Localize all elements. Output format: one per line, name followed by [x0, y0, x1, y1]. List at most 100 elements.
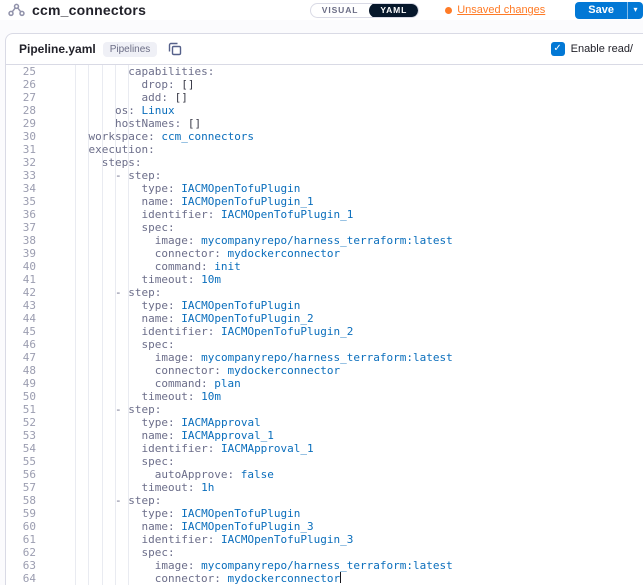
- line-number[interactable]: 27: [6, 91, 52, 104]
- code-line[interactable]: 44name: IACMOpenTofuPlugin_2: [6, 312, 643, 325]
- line-number[interactable]: 38: [6, 234, 52, 247]
- line-number[interactable]: 34: [6, 182, 52, 195]
- code-line[interactable]: 57timeout: 1h: [6, 481, 643, 494]
- entity-type-badge: Pipelines: [103, 42, 158, 57]
- line-number[interactable]: 28: [6, 104, 52, 117]
- line-number[interactable]: 53: [6, 429, 52, 442]
- code-line[interactable]: 36identifier: IACMOpenTofuPlugin_1: [6, 208, 643, 221]
- code-line[interactable]: 37spec:: [6, 221, 643, 234]
- line-number[interactable]: 59: [6, 507, 52, 520]
- code-line[interactable]: 41timeout: 10m: [6, 273, 643, 286]
- line-number[interactable]: 25: [6, 65, 52, 78]
- code-line[interactable]: 49command: plan: [6, 377, 643, 390]
- code-line[interactable]: 40command: init: [6, 260, 643, 273]
- line-number[interactable]: 39: [6, 247, 52, 260]
- line-number[interactable]: 49: [6, 377, 52, 390]
- line-number[interactable]: 60: [6, 520, 52, 533]
- code-text: spec:: [52, 455, 175, 468]
- code-line[interactable]: 31execution:: [6, 143, 643, 156]
- code-line[interactable]: 51- step:: [6, 403, 643, 416]
- code-line[interactable]: 35name: IACMOpenTofuPlugin_1: [6, 195, 643, 208]
- line-number[interactable]: 31: [6, 143, 52, 156]
- visual-toggle-button[interactable]: VISUAL: [311, 3, 370, 18]
- code-text: drop: []: [52, 78, 194, 91]
- save-options-button[interactable]: ▾: [627, 2, 643, 19]
- line-number[interactable]: 45: [6, 325, 52, 338]
- header-actions: Unsaved changes Save ▾: [445, 2, 643, 19]
- code-line[interactable]: 52type: IACMApproval: [6, 416, 643, 429]
- code-line[interactable]: 26drop: []: [6, 78, 643, 91]
- line-number[interactable]: 46: [6, 338, 52, 351]
- code-line[interactable]: 55spec:: [6, 455, 643, 468]
- line-number[interactable]: 52: [6, 416, 52, 429]
- line-number[interactable]: 64: [6, 572, 52, 585]
- code-line[interactable]: 62spec:: [6, 546, 643, 559]
- code-line[interactable]: 56autoApprove: false: [6, 468, 643, 481]
- code-line[interactable]: 58- step:: [6, 494, 643, 507]
- code-line[interactable]: 39connector: mydockerconnector: [6, 247, 643, 260]
- code-line[interactable]: 60name: IACMOpenTofuPlugin_3: [6, 520, 643, 533]
- line-number[interactable]: 33: [6, 169, 52, 182]
- line-number[interactable]: 43: [6, 299, 52, 312]
- line-number[interactable]: 63: [6, 559, 52, 572]
- code-line[interactable]: 32steps:: [6, 156, 643, 169]
- code-line[interactable]: 53name: IACMApproval_1: [6, 429, 643, 442]
- code-line[interactable]: 38image: mycompanyrepo/harness_terraform…: [6, 234, 643, 247]
- enable-read-checkbox[interactable]: ✓: [551, 42, 565, 56]
- code-text: image: mycompanyrepo/harness_terraform:l…: [52, 351, 453, 364]
- code-line[interactable]: 29hostNames: []: [6, 117, 643, 130]
- line-number[interactable]: 32: [6, 156, 52, 169]
- code-line[interactable]: 42- step:: [6, 286, 643, 299]
- code-line[interactable]: 33- step:: [6, 169, 643, 182]
- unsaved-changes-link[interactable]: Unsaved changes: [445, 4, 545, 16]
- yaml-toggle-button[interactable]: YAML: [369, 3, 418, 18]
- code-line[interactable]: 25capabilities:: [6, 65, 643, 78]
- copy-yaml-button[interactable]: [168, 42, 182, 56]
- code-line[interactable]: 47image: mycompanyrepo/harness_terraform…: [6, 351, 643, 364]
- line-number[interactable]: 58: [6, 494, 52, 507]
- line-number[interactable]: 54: [6, 442, 52, 455]
- code-text: spec:: [52, 338, 175, 351]
- code-line[interactable]: 46spec:: [6, 338, 643, 351]
- code-line[interactable]: 30workspace: ccm_connectors: [6, 130, 643, 143]
- line-number[interactable]: 61: [6, 533, 52, 546]
- line-number[interactable]: 44: [6, 312, 52, 325]
- code-line[interactable]: 48connector: mydockerconnector: [6, 364, 643, 377]
- code-text: name: IACMApproval_1: [52, 429, 274, 442]
- code-line[interactable]: 63image: mycompanyrepo/harness_terraform…: [6, 559, 643, 572]
- save-button[interactable]: Save: [575, 2, 627, 19]
- line-number[interactable]: 41: [6, 273, 52, 286]
- code-text: workspace: ccm_connectors: [52, 130, 254, 143]
- line-number[interactable]: 37: [6, 221, 52, 234]
- code-text: timeout: 10m: [52, 273, 221, 286]
- code-line[interactable]: 28os: Linux: [6, 104, 643, 117]
- line-number[interactable]: 40: [6, 260, 52, 273]
- line-number[interactable]: 26: [6, 78, 52, 91]
- line-number[interactable]: 47: [6, 351, 52, 364]
- code-line[interactable]: 34type: IACMOpenTofuPlugin: [6, 182, 643, 195]
- line-number[interactable]: 29: [6, 117, 52, 130]
- line-number[interactable]: 55: [6, 455, 52, 468]
- code-line[interactable]: 43type: IACMOpenTofuPlugin: [6, 299, 643, 312]
- line-number[interactable]: 30: [6, 130, 52, 143]
- code-text: - step:: [52, 403, 161, 416]
- code-line[interactable]: 50timeout: 10m: [6, 390, 643, 403]
- code-line[interactable]: 27add: []: [6, 91, 643, 104]
- line-number[interactable]: 48: [6, 364, 52, 377]
- enable-read-toggle[interactable]: ✓ Enable read/: [551, 42, 633, 56]
- line-number[interactable]: 57: [6, 481, 52, 494]
- code-line[interactable]: 59type: IACMOpenTofuPlugin: [6, 507, 643, 520]
- line-number[interactable]: 62: [6, 546, 52, 559]
- code-line[interactable]: 61identifier: IACMOpenTofuPlugin_3: [6, 533, 643, 546]
- line-number[interactable]: 36: [6, 208, 52, 221]
- line-number[interactable]: 56: [6, 468, 52, 481]
- line-number[interactable]: 42: [6, 286, 52, 299]
- code-line[interactable]: 64connector: mydockerconnector: [6, 572, 643, 585]
- line-number[interactable]: 35: [6, 195, 52, 208]
- code-line[interactable]: 54identifier: IACMApproval_1: [6, 442, 643, 455]
- code-line[interactable]: 45identifier: IACMOpenTofuPlugin_2: [6, 325, 643, 338]
- line-number[interactable]: 50: [6, 390, 52, 403]
- code-text: timeout: 10m: [52, 390, 221, 403]
- yaml-editor[interactable]: 25capabilities:26drop: []27add: []28os: …: [6, 65, 643, 585]
- line-number[interactable]: 51: [6, 403, 52, 416]
